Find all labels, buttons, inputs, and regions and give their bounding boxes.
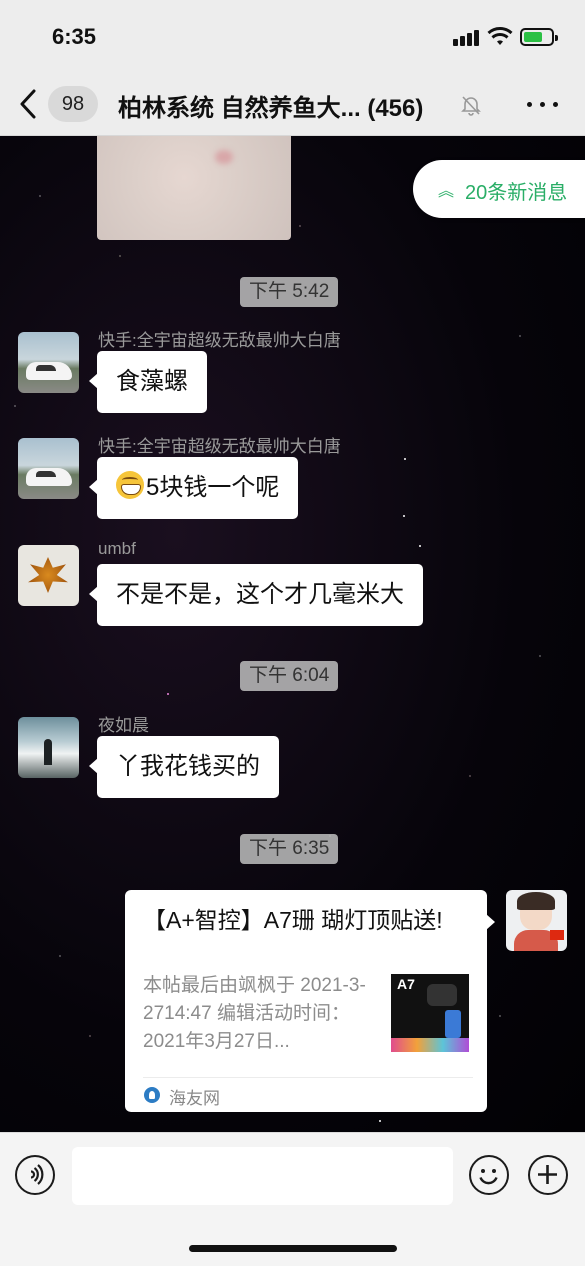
grinning-face-emoji [116,471,144,499]
smiley-icon [479,1169,498,1185]
battery-icon [520,28,558,46]
more-actions-button[interactable] [528,1155,568,1195]
link-thumbnail: A7 [391,974,469,1052]
message-bubble[interactable]: 食藻螺 [89,351,207,413]
sender-name: umbf [98,539,136,558]
timestamp: 下午 5:42 [240,277,339,307]
source-logo-icon [144,1087,160,1103]
divider [143,1077,473,1078]
status-time: 6:35 [52,24,97,49]
message-input[interactable] [72,1147,453,1205]
avatar[interactable] [18,545,79,606]
double-chevron-up-icon: ︽ [438,183,455,200]
timestamp: 下午 6:04 [240,661,339,691]
plus-icon [538,1165,557,1184]
wifi-icon [487,27,513,45]
more-options-button[interactable] [527,100,559,110]
link-description: 本帖最后由飒枫于 2021-3-2714:47 编辑活动时间：2021年3月27… [143,975,366,1052]
my-avatar[interactable] [506,890,567,951]
new-messages-label: 20条新消息 [465,182,568,204]
message-bubble[interactable]: 不是不是，这个才几毫米大 [89,564,423,626]
sender-name: 快手:全宇宙超级无敌最帅大白唐 [98,437,341,456]
avatar[interactable] [18,438,79,499]
message-bubble[interactable]: 丫我花钱买的 [89,736,279,798]
avatar[interactable] [18,717,79,778]
unread-count-badge[interactable]: 98 [48,86,98,122]
image-message[interactable] [97,136,291,240]
link-source: 海友网 [169,1089,220,1108]
chat-title[interactable]: 柏林系统 自然养鱼大... (456) [118,88,458,123]
avatar[interactable] [18,332,79,393]
thumbnail-label: A7 [397,976,415,992]
sender-name: 夜如晨 [98,716,149,735]
sender-name: 快手:全宇宙超级无敌最帅大白唐 [98,331,341,350]
message-bubble[interactable]: 5块钱一个呢 [88,457,299,519]
cellular-signal-icon [453,30,479,46]
mute-bell-icon [461,96,481,116]
timestamp: 下午 6:35 [240,834,339,864]
message-text: 5块钱一个呢 [146,474,280,501]
status-bar: 6:35 [0,0,585,74]
back-button[interactable] [18,88,48,120]
home-indicator [189,1245,397,1252]
voice-input-button[interactable] [15,1155,55,1195]
chevron-left-icon [20,89,36,119]
link-title: 【A+智控】A7珊 瑚灯顶贴送! [143,907,443,933]
emoji-button[interactable] [469,1155,509,1195]
chat-header: 98 柏林系统 自然养鱼大... (456) [0,74,585,136]
link-card-message[interactable]: 【A+智控】A7珊 瑚灯顶贴送! 本帖最后由飒枫于 2021-3-2714:47… [125,890,495,1112]
voice-icon [30,1164,44,1185]
new-messages-button[interactable]: ︽ 20条新消息 [413,160,585,218]
